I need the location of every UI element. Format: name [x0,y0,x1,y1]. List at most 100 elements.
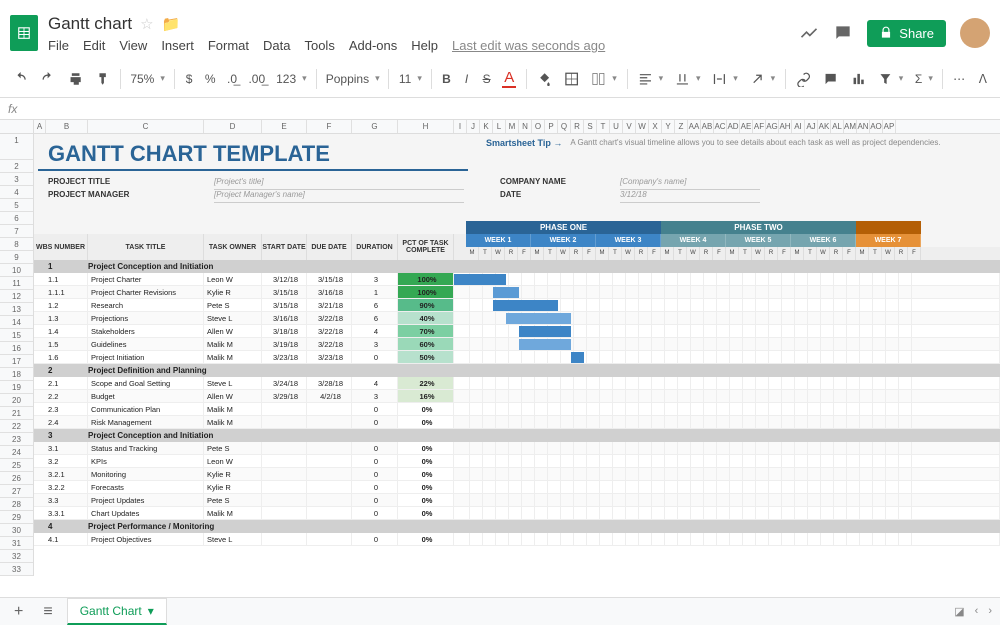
task-row[interactable]: 3.2.2ForecastsKylie R00% [34,481,1000,494]
cell-wbs[interactable]: 2.1 [34,377,88,389]
task-row[interactable]: 3.2.1MonitoringKylie R00% [34,468,1000,481]
col-header[interactable]: E [262,120,307,133]
comments-icon[interactable] [833,23,853,43]
row-header[interactable]: 6 [0,212,33,225]
cell-owner[interactable]: Leon W [204,455,262,467]
row-header[interactable]: 19 [0,381,33,394]
task-row[interactable]: 1.6Project InitiationMalik M3/23/183/23/… [34,351,1000,364]
cell-owner[interactable]: Malik M [204,338,262,350]
cell-duration[interactable]: 0 [352,416,398,428]
cell-wbs[interactable]: 3.3.1 [34,507,88,519]
menu-data[interactable]: Data [263,38,290,53]
task-row[interactable]: 1.5GuidelinesMalik M3/19/183/22/18360% [34,338,1000,351]
col-header[interactable]: G [352,120,398,133]
cell-wbs[interactable]: 1.4 [34,325,88,337]
collapse-toolbar-button[interactable]: ᐱ [974,68,992,90]
avatar[interactable] [960,18,990,48]
cell-owner[interactable]: Leon W [204,273,262,285]
bold-button[interactable]: B [437,68,455,90]
col-header[interactable]: R [571,120,584,133]
cell-start[interactable] [262,442,307,454]
row-header[interactable]: 13 [0,303,33,316]
cell-pct[interactable]: 70% [398,325,454,337]
cell-duration[interactable]: 0 [352,351,398,363]
cell-duration[interactable]: 0 [352,403,398,415]
share-button[interactable]: Share [867,20,946,47]
tab-dropdown-icon[interactable]: ▾ [148,604,154,618]
gantt-bar[interactable] [519,339,571,350]
row-header[interactable]: 29 [0,511,33,524]
cell-title[interactable]: Forecasts [88,481,204,493]
task-row[interactable]: 2.1Scope and Goal SettingSteve L3/24/183… [34,377,1000,390]
cell-owner[interactable]: Malik M [204,403,262,415]
col-header[interactable]: F [307,120,352,133]
cell-pct[interactable]: 100% [398,286,454,298]
cell-duration[interactable]: 0 [352,494,398,506]
merge-button[interactable] [586,67,621,91]
decimal-decrease-button[interactable]: .0̲ [222,68,242,90]
cell-due[interactable] [307,507,352,519]
cell-pct[interactable]: 40% [398,312,454,324]
menu-add-ons[interactable]: Add-ons [349,38,397,53]
percent-button[interactable]: % [200,68,220,90]
cell-wbs[interactable]: 3.1 [34,442,88,454]
cell-duration[interactable]: 1 [352,286,398,298]
gantt-bar[interactable] [519,326,571,337]
cell-wbs[interactable]: 2.4 [34,416,88,428]
cell-start[interactable] [262,507,307,519]
cell-duration[interactable]: 0 [352,533,398,545]
strike-button[interactable]: S [478,68,496,90]
fill-color-button[interactable] [532,67,557,91]
col-header[interactable]: AJ [805,120,818,133]
zoom-select[interactable]: 75% [126,68,169,90]
col-header[interactable]: AF [753,120,766,133]
row-header[interactable]: 8 [0,238,33,251]
cell-pct[interactable]: 50% [398,351,454,363]
menu-view[interactable]: View [119,38,147,53]
cell-start[interactable] [262,416,307,428]
cell-owner[interactable]: Pete S [204,494,262,506]
info-value[interactable]: [Project's title] [214,177,464,190]
task-row[interactable]: 2.3Communication PlanMalik M00% [34,403,1000,416]
cell-pct[interactable]: 0% [398,468,454,480]
col-header[interactable]: AP [883,120,896,133]
row-header[interactable]: 15 [0,329,33,342]
menu-edit[interactable]: Edit [83,38,105,53]
cell-owner[interactable]: Kylie R [204,481,262,493]
cell-due[interactable] [307,533,352,545]
row-header[interactable]: 31 [0,537,33,550]
col-header[interactable]: O [532,120,545,133]
section-row[interactable]: 3Project Conception and Initiation [34,429,1000,442]
link-button[interactable] [791,67,816,91]
col-header[interactable]: L [493,120,506,133]
cell-duration[interactable]: 0 [352,468,398,480]
task-row[interactable]: 4.1Project ObjectivesSteve L00% [34,533,1000,546]
gantt-bar[interactable] [493,287,519,298]
scroll-right-button[interactable]: › [988,605,992,618]
print-button[interactable] [63,67,88,91]
col-header[interactable]: P [545,120,558,133]
halign-button[interactable] [633,67,668,91]
cell-duration[interactable]: 3 [352,273,398,285]
col-header[interactable]: AM [844,120,857,133]
cell-pct[interactable]: 0% [398,416,454,428]
cell-owner[interactable]: Malik M [204,416,262,428]
row-header[interactable]: 27 [0,485,33,498]
cell-owner[interactable]: Pete S [204,442,262,454]
cell-due[interactable] [307,442,352,454]
cell-wbs[interactable]: 1.1.1 [34,286,88,298]
cell-title[interactable]: Project Charter [88,273,204,285]
cell-duration[interactable]: 0 [352,507,398,519]
cell-pct[interactable]: 0% [398,455,454,467]
cell-wbs[interactable]: 2.2 [34,390,88,402]
star-icon[interactable]: ☆ [140,15,153,33]
cell-pct[interactable]: 0% [398,481,454,493]
row-header[interactable]: 16 [0,342,33,355]
col-header[interactable]: J [467,120,480,133]
row-header[interactable]: 10 [0,264,33,277]
cell-wbs[interactable]: 1.2 [34,299,88,311]
section-row[interactable]: 1Project Conception and Initiation [34,260,1000,273]
cell-start[interactable]: 3/15/18 [262,299,307,311]
cell-wbs[interactable]: 4.1 [34,533,88,545]
col-header[interactable]: AA [688,120,701,133]
